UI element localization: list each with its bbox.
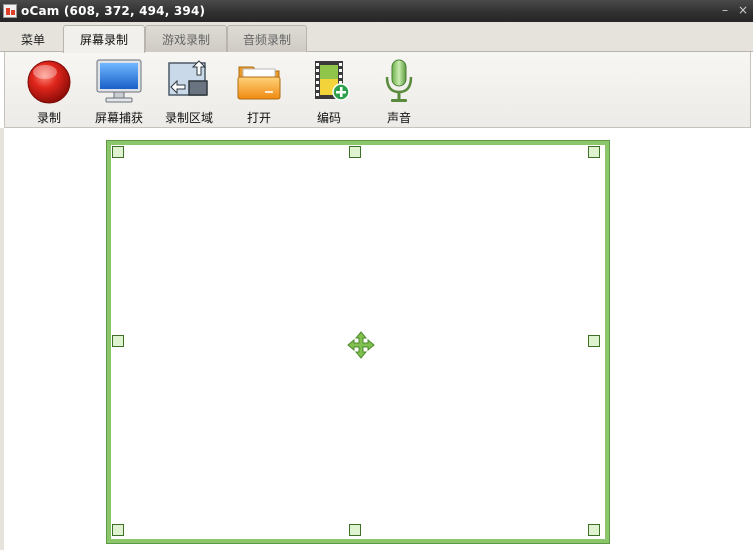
open-label: 打开 xyxy=(246,111,271,125)
resize-handle-left[interactable] xyxy=(112,335,124,347)
title-bar[interactable]: oCam (608, 372, 494, 394) – × xyxy=(0,0,753,22)
tab-menu[interactable]: 菜单 xyxy=(4,25,62,52)
sound-button[interactable]: 声音 xyxy=(367,56,431,126)
codec-icon xyxy=(304,56,354,106)
ocam-app-icon xyxy=(3,4,17,18)
tab-audio-record[interactable]: 音频录制 xyxy=(227,25,307,52)
record-icon xyxy=(24,56,74,106)
screen-capture-icon xyxy=(94,56,144,106)
record-label: 录制 xyxy=(36,111,61,125)
codec-button[interactable]: 编码 xyxy=(297,56,361,126)
record-area-button[interactable]: 录制区域 xyxy=(157,56,221,126)
tab-strip: 菜单 屏幕录制 游戏录制 音频录制 xyxy=(0,22,753,53)
tab-game-record[interactable]: 游戏录制 xyxy=(145,25,227,52)
resize-handle-bottom-right[interactable] xyxy=(588,524,600,536)
resize-handle-right[interactable] xyxy=(588,335,600,347)
resize-handle-top-right[interactable] xyxy=(588,146,600,158)
sound-label: 声音 xyxy=(386,111,411,125)
record-area-label: 录制区域 xyxy=(164,111,213,125)
ocam-window: oCam (608, 372, 494, 394) – × 菜单 屏幕录制 游戏… xyxy=(0,0,753,550)
recording-region[interactable] xyxy=(106,140,610,544)
resize-handle-bottom-left[interactable] xyxy=(112,524,124,536)
window-title: oCam (608, 372, 494, 394) xyxy=(21,4,206,18)
tab-screen-record[interactable]: 屏幕录制 xyxy=(63,25,145,53)
resize-handle-top-left[interactable] xyxy=(112,146,124,158)
window-left-edge xyxy=(0,128,4,550)
record-button[interactable]: 录制 xyxy=(17,56,81,126)
open-button[interactable]: 打开 xyxy=(227,56,291,126)
close-button[interactable]: × xyxy=(737,2,749,18)
minimize-button[interactable]: – xyxy=(719,2,731,18)
record-area-icon xyxy=(164,56,214,106)
window-controls: – × xyxy=(719,2,749,18)
move-icon[interactable] xyxy=(347,331,375,359)
resize-handle-top[interactable] xyxy=(349,146,361,158)
resize-handle-bottom[interactable] xyxy=(349,524,361,536)
screen-capture-label: 屏幕捕获 xyxy=(94,111,143,125)
microphone-icon xyxy=(374,56,424,106)
folder-icon xyxy=(234,56,284,106)
screen-capture-button[interactable]: 屏幕捕获 xyxy=(87,56,151,126)
codec-label: 编码 xyxy=(316,111,341,125)
toolbar: 录制 屏幕捕获 录制区域 打开 编码 声音 xyxy=(4,52,751,128)
